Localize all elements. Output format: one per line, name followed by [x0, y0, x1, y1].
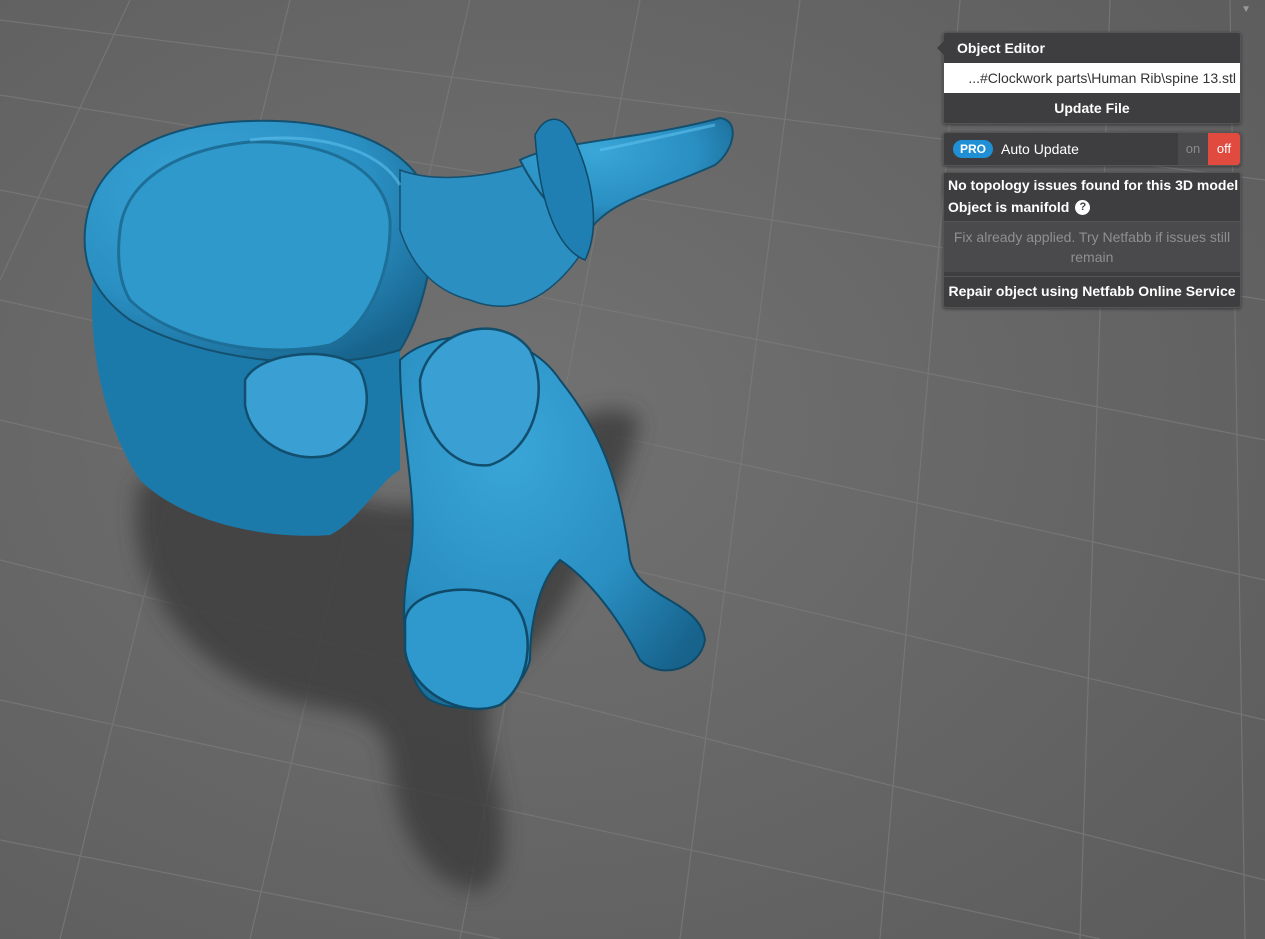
help-icon[interactable]: ?	[1075, 199, 1091, 215]
3d-viewport[interactable]: ▼ Object Editor Update File PRO Auto Upd…	[0, 0, 1265, 939]
object-editor-title: Object Editor	[957, 40, 1045, 56]
object-editor-panel: Object Editor Update File PRO Auto Updat…	[937, 32, 1241, 308]
caret-down-icon[interactable]: ▼	[1241, 4, 1251, 15]
object-editor-box: Object Editor Update File	[937, 32, 1241, 124]
topology-box: No topology issues found for this 3D mod…	[943, 172, 1241, 308]
pro-badge: PRO	[953, 140, 994, 158]
toggle-off-option[interactable]: off	[1208, 133, 1240, 165]
auto-update-label: Auto Update	[1001, 141, 1079, 157]
file-path-input[interactable]	[944, 63, 1240, 93]
repair-netfabb-button[interactable]: Repair object using Netfabb Online Servi…	[944, 276, 1240, 305]
auto-update-toggle[interactable]: on off	[1178, 133, 1240, 165]
manifold-label: Object is manifold	[948, 199, 1070, 215]
toggle-on-option[interactable]: on	[1178, 133, 1208, 165]
auto-update-row: PRO Auto Update on off	[943, 132, 1241, 166]
topology-status: No topology issues found for this 3D mod…	[948, 177, 1239, 193]
update-file-button[interactable]: Update File	[944, 93, 1240, 123]
fix-applied-button: Fix already applied. Try Netfabb if issu…	[944, 221, 1240, 272]
manifold-status: Object is manifold ?	[944, 195, 1240, 219]
